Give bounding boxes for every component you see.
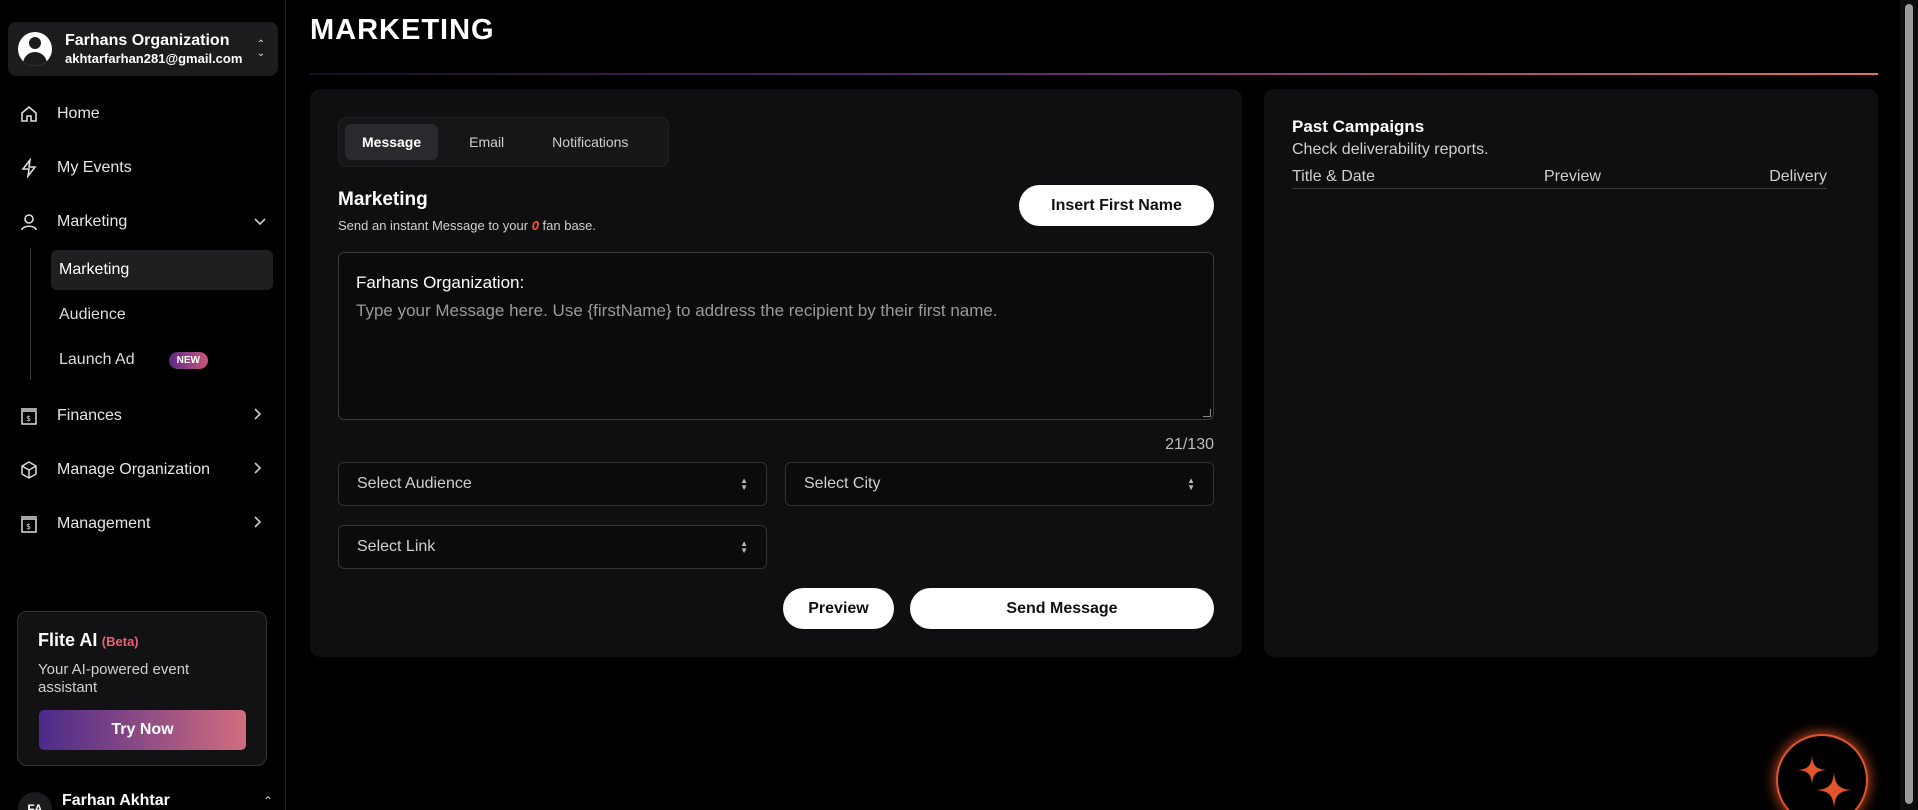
tab-message[interactable]: Message (345, 124, 439, 160)
sparkle-icon (1798, 756, 1852, 808)
sidebar-item-label: My Events (57, 159, 132, 176)
sidebar-item-finances[interactable]: $ Finances (18, 396, 268, 436)
lightning-icon (18, 157, 40, 179)
user-icon (18, 211, 40, 233)
user-name: Farhan Akhtar (62, 792, 170, 809)
org-name: Farhans Organization (65, 32, 230, 49)
message-textarea[interactable]: Farhans Organization: Type your Message … (338, 252, 1214, 420)
insert-first-name-button[interactable]: Insert First Name (1019, 185, 1214, 226)
box-icon (18, 459, 40, 481)
app-root: Farhans Organization akhtarfarhan281@gma… (0, 0, 1918, 810)
sidebar-item-my-events[interactable]: My Events (18, 148, 268, 188)
new-badge: NEW (168, 351, 208, 369)
chevron-up-down-icon: ▲ ▼ (740, 539, 748, 555)
org-info: Farhans Organization akhtarfarhan281@gma… (65, 31, 254, 67)
scrollbar-thumb[interactable] (1905, 4, 1913, 804)
select-audience-label: Select Audience (357, 475, 472, 492)
sidebar-item-home[interactable]: Home (18, 94, 268, 134)
message-placeholder: Type your Message here. Use {firstName} … (356, 301, 998, 320)
chevron-up-down-icon[interactable]: ⌃ ⌄ (254, 40, 268, 59)
sidebar-item-label: Finances (57, 407, 122, 424)
select-city-label: Select City (804, 475, 881, 492)
chevron-down-icon (254, 213, 268, 231)
sidebar-item-marketing[interactable]: Marketing (18, 202, 268, 242)
composer-tabs: Message Email Notifications (338, 117, 669, 167)
sidebar-item-label: Manage Organization (57, 461, 210, 478)
sidebar-subitem-label: Marketing (59, 261, 130, 278)
chevron-up-down-icon: ▲ ▼ (740, 476, 748, 492)
subtitle-prefix: Send an instant Message to your (338, 218, 532, 233)
message-prefix: Farhans Organization: (356, 273, 525, 292)
sidebar-subitem-label: Launch Ad (59, 351, 135, 368)
chevron-right-icon (254, 515, 268, 533)
column-title-date: Title & Date (1292, 168, 1375, 185)
avatar: FA (18, 792, 52, 810)
sidebar-subitem-audience[interactable]: Audience (51, 295, 273, 335)
fan-count: 0 (531, 218, 539, 233)
subtitle-suffix: fan base. (538, 218, 597, 233)
flite-ai-card: Flite AI (Beta) Your AI-powered event as… (17, 611, 267, 766)
select-audience-dropdown[interactable]: Select Audience ▲ ▼ (338, 462, 767, 506)
page-title: MARKETING (310, 14, 495, 46)
sidebar-item-label: Home (57, 105, 100, 122)
select-link-label: Select Link (357, 538, 436, 555)
ai-card-heading: Flite AI (Beta) (38, 630, 246, 651)
finance-icon: $ (18, 513, 40, 535)
user-menu[interactable]: FA Farhan Akhtar ⌃ (18, 788, 273, 810)
column-delivery: Delivery (1769, 168, 1827, 185)
chevron-up-down-icon: ▲ ▼ (1187, 476, 1195, 492)
campaigns-table-header: Title & Date Preview Delivery (1292, 168, 1827, 189)
section-subtitle: Send an instant Message to your 0 fan ba… (338, 218, 596, 233)
resize-grip-icon[interactable] (1203, 409, 1211, 417)
tab-email[interactable]: Email (452, 124, 521, 160)
preview-button[interactable]: Preview (783, 588, 894, 629)
select-city-dropdown[interactable]: Select City ▲ ▼ (785, 462, 1214, 506)
chevron-right-icon (254, 461, 268, 479)
ai-beta-label: (Beta) (101, 634, 139, 649)
character-counter: 21/130 (1165, 436, 1214, 453)
send-message-button[interactable]: Send Message (910, 588, 1214, 629)
select-link-dropdown[interactable]: Select Link ▲ ▼ (338, 525, 767, 569)
sidebar-item-label: Marketing (57, 213, 128, 230)
past-campaigns-card: Past Campaigns Check deliverability repo… (1264, 89, 1878, 657)
sidebar-subitem-marketing[interactable]: Marketing (51, 250, 273, 290)
chevron-up-icon: ⌃ (262, 794, 273, 808)
title-divider (310, 73, 1878, 75)
composer-card: Message Email Notifications Marketing Se… (310, 89, 1242, 657)
tab-notifications[interactable]: Notifications (535, 124, 645, 160)
scrollbar[interactable] (1900, 0, 1918, 810)
try-now-button[interactable]: Try Now (39, 710, 246, 750)
ai-card-title: Flite AI (38, 630, 98, 650)
home-icon (18, 103, 40, 125)
submenu-line (30, 248, 31, 380)
finance-icon: $ (18, 405, 40, 427)
org-avatar-icon (18, 32, 52, 66)
past-campaigns-title: Past Campaigns (1292, 117, 1425, 136)
org-email: akhtarfarhan281@gmail.com (65, 51, 243, 66)
column-preview: Preview (1544, 168, 1601, 185)
sidebar: Farhans Organization akhtarfarhan281@gma… (0, 0, 286, 810)
sidebar-item-manage-organization[interactable]: Manage Organization (18, 450, 268, 490)
sidebar-item-label: Management (57, 515, 151, 532)
sidebar-subitem-launch-ad[interactable]: Launch Ad NEW (51, 340, 273, 380)
past-campaigns-subtitle: Check deliverability reports. (1292, 141, 1489, 158)
ai-assistant-button[interactable] (1776, 734, 1868, 810)
svg-text:$: $ (26, 522, 31, 531)
sidebar-subitem-label: Audience (59, 306, 126, 323)
chevron-right-icon (254, 407, 268, 425)
ai-card-description: Your AI-powered event assistant (38, 661, 190, 696)
section-title: Marketing (338, 189, 428, 210)
org-switcher[interactable]: Farhans Organization akhtarfarhan281@gma… (8, 22, 278, 76)
svg-text:$: $ (26, 414, 31, 423)
sidebar-item-management[interactable]: $ Management (18, 504, 268, 544)
